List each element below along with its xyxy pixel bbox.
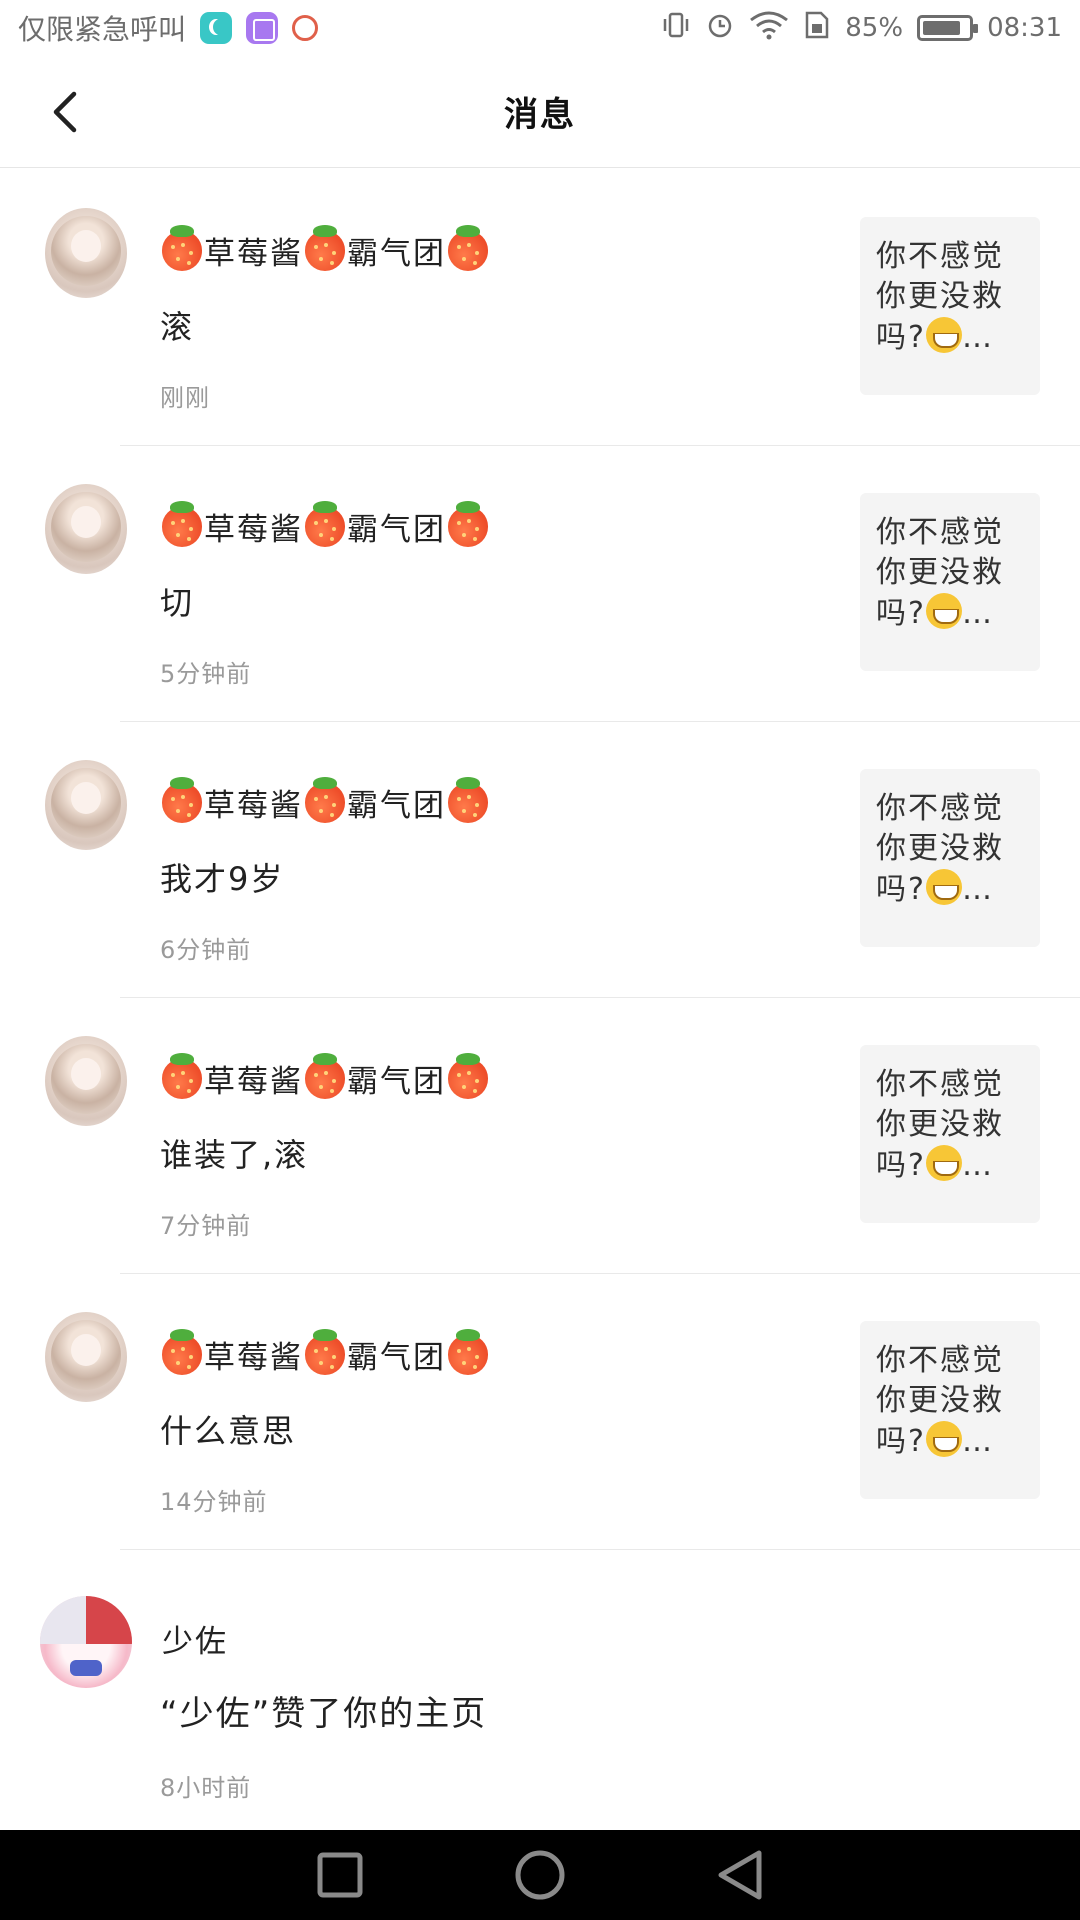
message-list: 草莓酱 霸气团 滚 刚刚 你不感觉 你更没救 吗?… 草莓酱 霸气团 切 5分钟前 你… — [0, 170, 1080, 1826]
timestamp: 5分钟前 — [160, 660, 252, 688]
triangle-back-icon — [718, 1850, 762, 1900]
timestamp: 7分钟前 — [160, 1212, 252, 1240]
post-preview[interactable]: 你不感觉 你更没救 吗?… — [860, 1321, 1040, 1499]
avatar[interactable] — [40, 1596, 132, 1688]
strawberry-icon — [162, 500, 202, 547]
sender-name: 草莓酱 霸气团 — [160, 1052, 490, 1101]
message-text: “少佐”赞了你的主页 — [160, 1694, 488, 1734]
status-right: 85% 08:31 — [661, 10, 1062, 46]
avatar[interactable] — [45, 760, 127, 850]
battery-icon — [917, 15, 979, 41]
strawberry-icon — [305, 776, 345, 823]
list-item[interactable]: 草莓酱 霸气团 我才9岁 6分钟前 你不感觉 你更没救 吗?… — [0, 722, 1080, 998]
clock: 08:31 — [987, 13, 1062, 43]
avatar[interactable] — [45, 484, 127, 574]
square-icon — [317, 1852, 363, 1898]
sim-icon — [803, 10, 831, 46]
strawberry-icon — [305, 224, 345, 271]
gallery-app-icon — [246, 12, 279, 44]
list-item[interactable]: 少佐 “少佐”赞了你的主页 8小时前 — [0, 1550, 1080, 1826]
sender-name: 草莓酱 霸气团 — [160, 500, 490, 549]
message-text: 滚 — [160, 308, 195, 346]
strawberry-icon — [305, 1052, 345, 1099]
recent-apps-button[interactable] — [310, 1845, 370, 1905]
status-bar: 仅限紧急呼叫 85% 08:31 — [0, 0, 1080, 56]
strawberry-icon — [162, 224, 202, 271]
sender-name: 草莓酱 霸气团 — [160, 1328, 490, 1377]
timestamp: 14分钟前 — [160, 1488, 268, 1516]
strawberry-icon — [305, 500, 345, 547]
back-nav-button[interactable] — [710, 1845, 770, 1905]
carrier-text: 仅限紧急呼叫 — [18, 13, 187, 46]
sender-name: 草莓酱 霸气团 — [160, 776, 490, 825]
alarm-icon — [705, 10, 735, 46]
grinning-face-icon — [925, 1421, 962, 1457]
chevron-left-icon — [53, 91, 77, 133]
message-text: 我才9岁 — [160, 860, 285, 898]
post-preview[interactable]: 你不感觉 你更没救 吗?… — [860, 769, 1040, 947]
list-item[interactable]: 草莓酱 霸气团 切 5分钟前 你不感觉 你更没救 吗?… — [0, 446, 1080, 722]
strawberry-icon — [162, 1328, 202, 1375]
sender-name: 草莓酱 霸气团 — [160, 224, 490, 273]
timestamp: 6分钟前 — [160, 936, 252, 964]
home-button[interactable] — [510, 1845, 570, 1905]
message-text: 什么意思 — [160, 1412, 297, 1450]
avatar[interactable] — [45, 1312, 127, 1402]
strawberry-icon — [162, 1052, 202, 1099]
page-title: 消息 — [504, 95, 576, 135]
avatar[interactable] — [45, 208, 127, 298]
vibrate-icon — [661, 10, 691, 46]
system-nav-bar — [0, 1830, 1080, 1920]
list-item[interactable]: 草莓酱 霸气团 滚 刚刚 你不感觉 你更没救 吗?… — [0, 170, 1080, 446]
strawberry-icon — [448, 1052, 488, 1099]
strawberry-icon — [305, 1328, 345, 1375]
post-preview[interactable]: 你不感觉 你更没救 吗?… — [860, 1045, 1040, 1223]
post-preview[interactable]: 你不感觉 你更没救 吗?… — [860, 493, 1040, 671]
timestamp: 刚刚 — [160, 384, 210, 412]
grinning-face-icon — [925, 1145, 962, 1181]
list-item[interactable]: 草莓酱 霸气团 什么意思 14分钟前 你不感觉 你更没救 吗?… — [0, 1274, 1080, 1550]
grinning-face-icon — [925, 593, 962, 629]
strawberry-icon — [448, 776, 488, 823]
avatar[interactable] — [45, 1036, 127, 1126]
spiral-app-icon — [292, 15, 319, 41]
circle-icon — [515, 1850, 565, 1900]
wifi-icon — [749, 10, 789, 46]
message-text: 谁装了,滚 — [160, 1136, 309, 1174]
strawberry-icon — [448, 1328, 488, 1375]
strawberry-icon — [162, 776, 202, 823]
app-header: 消息 — [0, 56, 1080, 168]
status-left: 仅限紧急呼叫 — [18, 8, 319, 48]
battery-percent: 85% — [845, 13, 904, 43]
grinning-face-icon — [925, 317, 962, 353]
strawberry-icon — [448, 500, 488, 547]
grinning-face-icon — [925, 869, 962, 905]
moon-app-icon — [200, 12, 233, 44]
back-button[interactable] — [40, 86, 88, 138]
strawberry-icon — [448, 224, 488, 271]
list-item[interactable]: 草莓酱 霸气团 谁装了,滚 7分钟前 你不感觉 你更没救 吗?… — [0, 998, 1080, 1274]
post-preview[interactable]: 你不感觉 你更没救 吗?… — [860, 217, 1040, 395]
timestamp: 8小时前 — [160, 1774, 252, 1802]
sender-name: 少佐 — [162, 1624, 228, 1660]
message-text: 切 — [160, 584, 195, 622]
